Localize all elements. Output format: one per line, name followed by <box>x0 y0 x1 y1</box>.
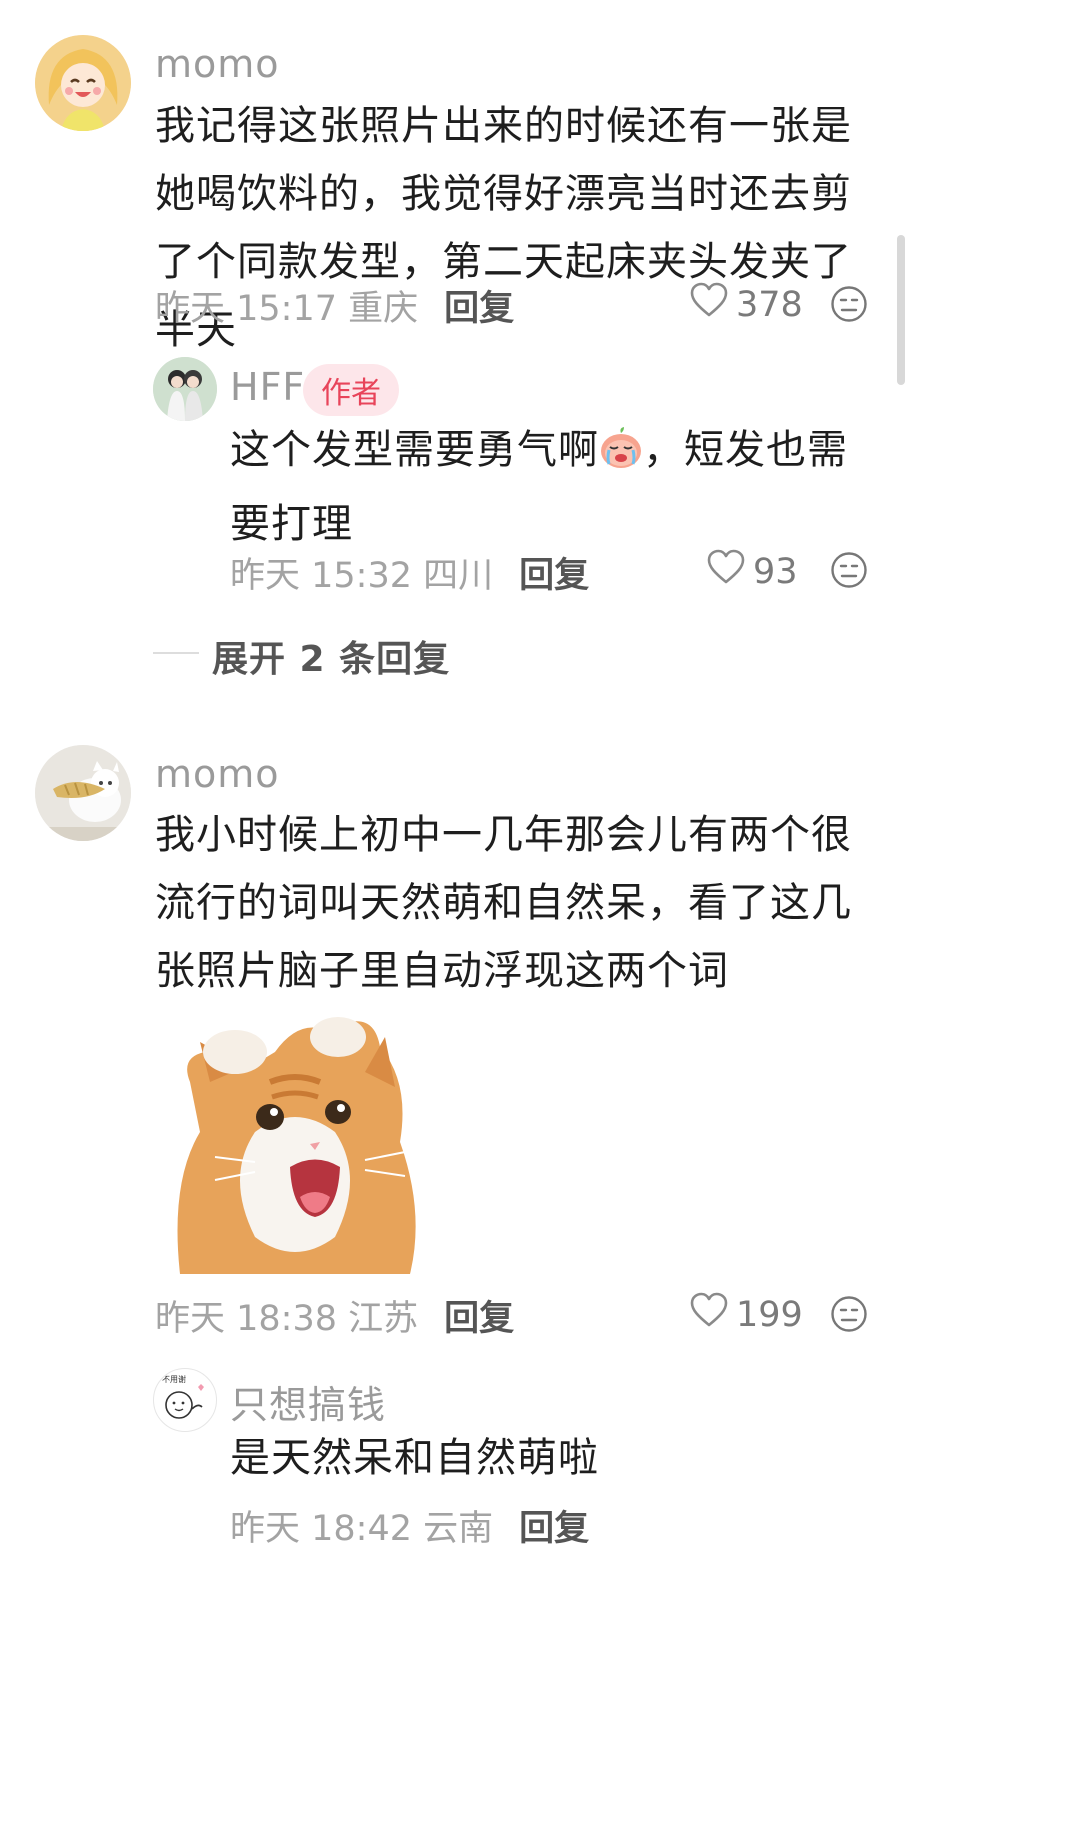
avatar[interactable] <box>35 745 131 841</box>
reply-button[interactable]: 回复 <box>444 280 514 331</box>
expand-replies-button[interactable]: 展开 2 条回复 <box>212 630 450 682</box>
comment-time-location: 昨天 18:42 云南 <box>230 1509 494 1549</box>
like-button[interactable]: 199 <box>690 1292 803 1337</box>
avatar[interactable] <box>35 35 131 131</box>
reply-button[interactable]: 回复 <box>519 1500 589 1551</box>
heart-outline-icon <box>690 1292 728 1337</box>
like-count: 378 <box>736 284 803 325</box>
scrollbar[interactable] <box>897 235 905 385</box>
comment-meta: 昨天 18:42 云南 回复 <box>230 1500 589 1551</box>
like-button[interactable]: 378 <box>690 282 803 327</box>
comment-time-location: 昨天 15:32 四川 <box>230 556 494 596</box>
like-count: 93 <box>753 551 798 592</box>
neutral-face-icon[interactable] <box>830 551 868 593</box>
like-count: 199 <box>736 1294 803 1335</box>
comment-meta: 昨天 15:17 重庆 回复 <box>155 280 514 331</box>
comment-meta: 昨天 15:32 四川 回复 <box>230 547 589 598</box>
heart-outline-icon <box>707 549 745 594</box>
comment-meta: 昨天 18:38 江苏 回复 <box>155 1290 514 1341</box>
comment-time-location: 昨天 18:38 江苏 <box>155 1299 419 1339</box>
username[interactable]: HFF <box>230 365 305 409</box>
reply-text: 是天然呆和自然萌啦 <box>230 1435 599 1481</box>
username[interactable]: 只想搞钱 <box>230 1374 386 1429</box>
divider <box>153 652 199 654</box>
heart-outline-icon <box>690 282 728 327</box>
crying-peach-emoji <box>599 422 643 490</box>
avatar-caption: 不用谢 <box>162 1374 186 1384</box>
like-button[interactable]: 93 <box>707 549 798 594</box>
neutral-face-icon[interactable] <box>830 285 868 327</box>
neutral-face-icon[interactable] <box>830 1295 868 1337</box>
reply-button[interactable]: 回复 <box>519 547 589 598</box>
reply-button[interactable]: 回复 <box>444 1290 514 1341</box>
username[interactable]: momo <box>155 42 280 86</box>
cat-sticker-image[interactable] <box>160 1012 430 1274</box>
avatar[interactable]: 不用谢 <box>153 1368 217 1432</box>
avatar[interactable] <box>153 357 217 421</box>
username[interactable]: momo <box>155 752 280 796</box>
reply-text-part: 这个发型需要勇气啊 <box>230 427 599 473</box>
comment-text: 我小时候上初中一几年那会儿有两个很流行的词叫天然萌和自然呆，看了这几张照片脑子里… <box>155 812 852 994</box>
comment-time-location: 昨天 15:17 重庆 <box>155 289 419 329</box>
reply-text: 这个发型需要勇气啊 ，短发也需要打理 <box>230 416 880 558</box>
author-badge: 作者 <box>303 364 399 416</box>
